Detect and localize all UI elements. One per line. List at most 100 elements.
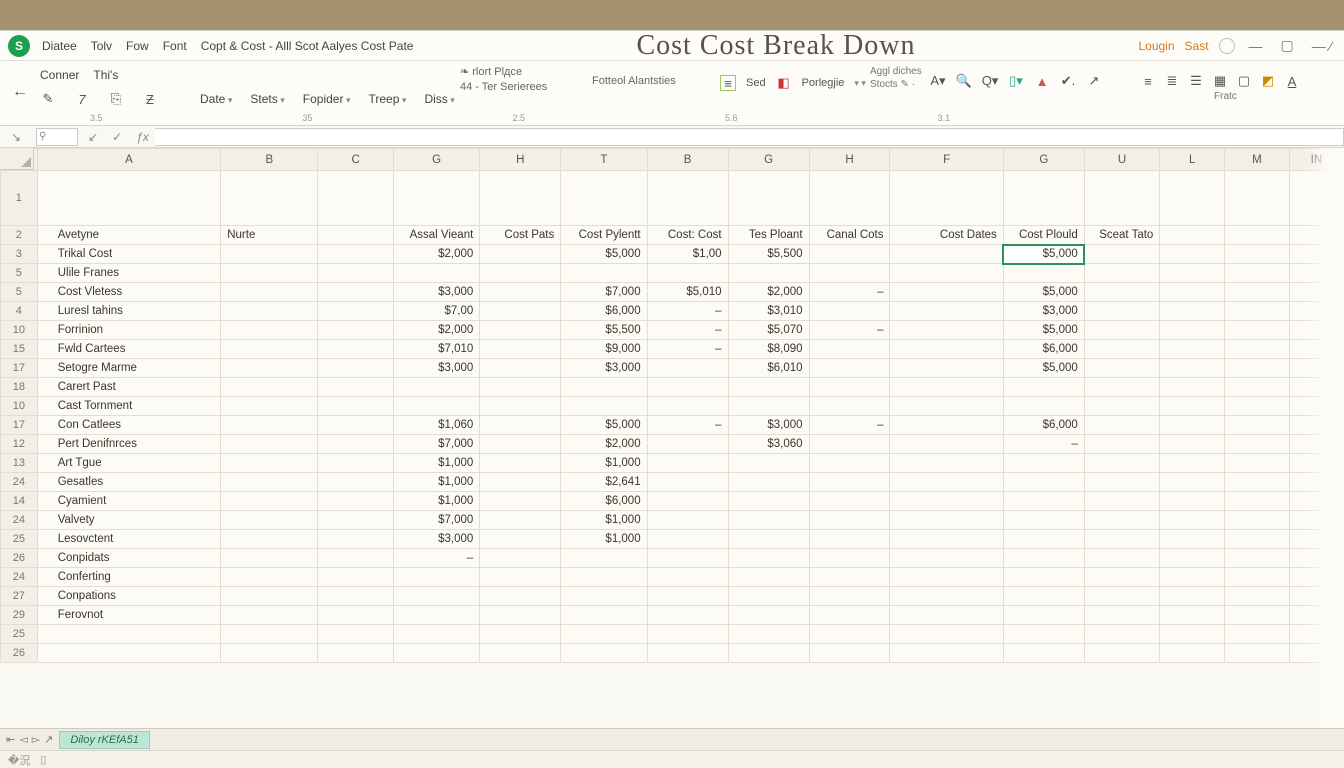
cell[interactable]: [480, 511, 561, 530]
cell[interactable]: [1084, 245, 1160, 264]
cell[interactable]: $5,500: [728, 245, 809, 264]
cell[interactable]: [728, 568, 809, 587]
cell[interactable]: [1289, 378, 1343, 397]
cell[interactable]: [809, 454, 890, 473]
row-header[interactable]: 14: [1, 492, 38, 511]
cell[interactable]: [1003, 492, 1084, 511]
row-header[interactable]: 4: [1, 302, 38, 321]
cell[interactable]: $1,000: [393, 492, 479, 511]
cell[interactable]: $1,000: [393, 473, 479, 492]
cell[interactable]: [1225, 511, 1290, 530]
box-icon[interactable]: ▢: [1236, 73, 1252, 89]
restore-button[interactable]: ▢: [1277, 37, 1298, 54]
cell[interactable]: [728, 454, 809, 473]
cell[interactable]: [647, 359, 728, 378]
cell[interactable]: [221, 606, 318, 625]
cell[interactable]: [480, 530, 561, 549]
cell[interactable]: [480, 264, 561, 283]
cell[interactable]: [1003, 606, 1084, 625]
cell[interactable]: [318, 435, 394, 454]
cell[interactable]: Tes Ploant: [728, 226, 809, 245]
cell[interactable]: $1,060: [393, 416, 479, 435]
cell[interactable]: [647, 435, 728, 454]
cell[interactable]: [890, 359, 1003, 378]
cell[interactable]: Cost Pylentt: [561, 226, 647, 245]
cell[interactable]: [561, 171, 647, 226]
row-header[interactable]: 24: [1, 473, 38, 492]
cell[interactable]: [480, 625, 561, 644]
cell[interactable]: [809, 264, 890, 283]
cell[interactable]: [480, 416, 561, 435]
cell[interactable]: [480, 359, 561, 378]
cell[interactable]: Cost Plould: [1003, 226, 1084, 245]
cell[interactable]: [1289, 171, 1343, 226]
cell[interactable]: [890, 530, 1003, 549]
column-header[interactable]: B: [647, 149, 728, 171]
cell[interactable]: [1160, 511, 1225, 530]
cell[interactable]: Cost Pats: [480, 226, 561, 245]
cell[interactable]: [890, 397, 1003, 416]
cell[interactable]: [728, 511, 809, 530]
cell[interactable]: [1084, 587, 1160, 606]
cell[interactable]: [1289, 587, 1343, 606]
cell[interactable]: [1160, 492, 1225, 511]
cell[interactable]: [480, 492, 561, 511]
cell[interactable]: [890, 549, 1003, 568]
column-header[interactable]: G: [1003, 149, 1084, 171]
user-icon[interactable]: ▲: [1034, 73, 1050, 89]
column-header[interactable]: T: [561, 149, 647, 171]
cell[interactable]: $7,00: [393, 302, 479, 321]
cell[interactable]: [1289, 644, 1343, 663]
cell[interactable]: $2,000: [393, 245, 479, 264]
row-header[interactable]: 17: [1, 359, 38, 378]
cell[interactable]: [809, 625, 890, 644]
cell[interactable]: $3,000: [728, 416, 809, 435]
cell[interactable]: [318, 530, 394, 549]
tab-last-icon[interactable]: ↗: [44, 733, 53, 746]
cell[interactable]: [1225, 625, 1290, 644]
cell[interactable]: [1225, 397, 1290, 416]
cell[interactable]: [809, 378, 890, 397]
cell[interactable]: [393, 644, 479, 663]
cell[interactable]: [318, 454, 394, 473]
cell[interactable]: Conpidats: [37, 549, 221, 568]
cell[interactable]: [221, 340, 318, 359]
cell[interactable]: [480, 587, 561, 606]
cell[interactable]: [318, 473, 394, 492]
cell[interactable]: [1289, 245, 1343, 264]
cell[interactable]: [1289, 397, 1343, 416]
back-arrow-icon[interactable]: ←: [12, 83, 28, 101]
cell[interactable]: [221, 511, 318, 530]
cell[interactable]: $3,000: [561, 359, 647, 378]
cell[interactable]: [1003, 511, 1084, 530]
cell[interactable]: $1,000: [561, 511, 647, 530]
cell[interactable]: [1289, 264, 1343, 283]
cell[interactable]: [221, 473, 318, 492]
text-color-icon[interactable]: A: [1284, 73, 1300, 89]
cell[interactable]: [480, 435, 561, 454]
cell[interactable]: [1084, 283, 1160, 302]
row-header[interactable]: 26: [1, 644, 38, 663]
cell[interactable]: [1084, 416, 1160, 435]
cell[interactable]: [647, 549, 728, 568]
cell[interactable]: [890, 416, 1003, 435]
accept-icon[interactable]: ✓: [112, 130, 122, 144]
cell[interactable]: [1225, 283, 1290, 302]
cell[interactable]: Conferting: [37, 568, 221, 587]
check-icon[interactable]: ✔.: [1060, 73, 1076, 89]
cell[interactable]: [480, 549, 561, 568]
column-header[interactable]: A: [37, 149, 221, 171]
cell[interactable]: –: [647, 302, 728, 321]
tag-icon[interactable]: ◩: [1260, 73, 1276, 89]
row-header[interactable]: 17: [1, 416, 38, 435]
row-header[interactable]: 13: [1, 454, 38, 473]
cell[interactable]: [561, 644, 647, 663]
cell[interactable]: [1160, 606, 1225, 625]
cell[interactable]: [1003, 644, 1084, 663]
cell[interactable]: –: [393, 549, 479, 568]
cell[interactable]: [809, 245, 890, 264]
cell[interactable]: [221, 321, 318, 340]
cell[interactable]: [728, 264, 809, 283]
cell[interactable]: [561, 568, 647, 587]
cell[interactable]: [890, 435, 1003, 454]
